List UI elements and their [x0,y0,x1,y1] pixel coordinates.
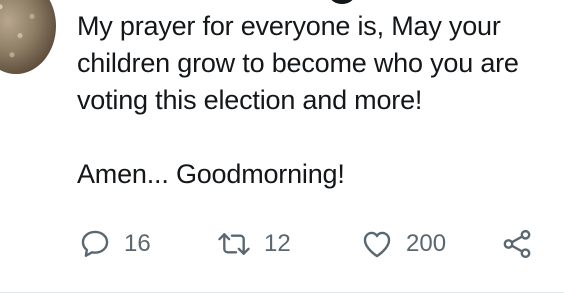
tweet-line: voting this election and more! [77,85,423,115]
reply-button[interactable]: 16 [78,226,151,262]
retweet-icon [216,227,252,261]
like-count: 200 [406,230,447,257]
share-button[interactable] [500,226,534,262]
heart-icon [360,227,394,261]
divider [0,292,564,293]
retweet-button[interactable]: 12 [216,226,291,262]
share-icon [500,227,534,261]
tweet-line: children grow to become who you are [77,48,519,78]
tweet-actions: 16 12 200 [0,226,564,262]
header-fragment [330,0,354,4]
tweet-text: My prayer for everyone is, May your chil… [77,8,564,193]
reply-icon [78,227,112,261]
tweet-line: Amen... Goodmorning! [77,159,345,189]
avatar[interactable] [0,0,56,74]
like-button[interactable]: 200 [360,226,446,262]
tweet-line: My prayer for everyone is, May your [77,11,501,41]
reply-count: 16 [124,230,151,257]
avatar-image [0,0,56,74]
retweet-count: 12 [264,230,291,257]
